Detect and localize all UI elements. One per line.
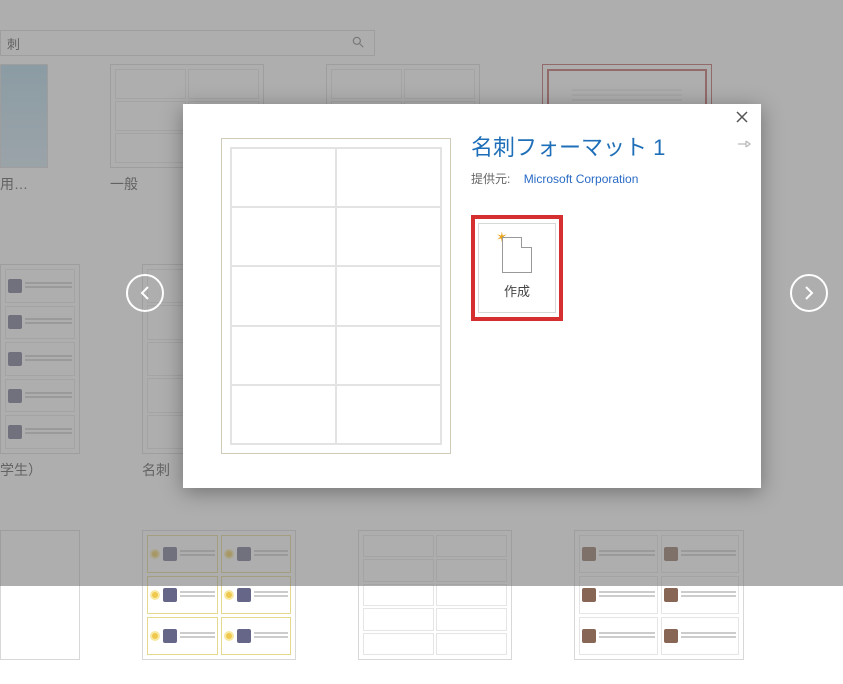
create-label: 作成 — [504, 281, 530, 300]
template-title: 名刺フォーマット 1 — [471, 130, 741, 162]
provider-label: 提供元: — [471, 172, 510, 186]
prev-template-button[interactable] — [126, 274, 164, 312]
create-button[interactable]: ✶ 作成 — [478, 223, 556, 313]
create-button-highlight: ✶ 作成 — [471, 215, 563, 321]
close-icon — [736, 111, 748, 123]
provider-link[interactable]: Microsoft Corporation — [524, 172, 639, 186]
template-large-preview — [221, 138, 451, 454]
new-document-icon — [502, 237, 532, 273]
close-button[interactable] — [733, 110, 751, 128]
chevron-left-icon — [139, 286, 151, 300]
template-provider: 提供元: Microsoft Corporation — [471, 170, 741, 187]
chevron-right-icon — [803, 286, 815, 300]
template-info: 名刺フォーマット 1 提供元: Microsoft Corporation ✶ … — [471, 130, 741, 321]
template-preview-dialog: 名刺フォーマット 1 提供元: Microsoft Corporation ✶ … — [183, 104, 761, 488]
next-template-button[interactable] — [790, 274, 828, 312]
